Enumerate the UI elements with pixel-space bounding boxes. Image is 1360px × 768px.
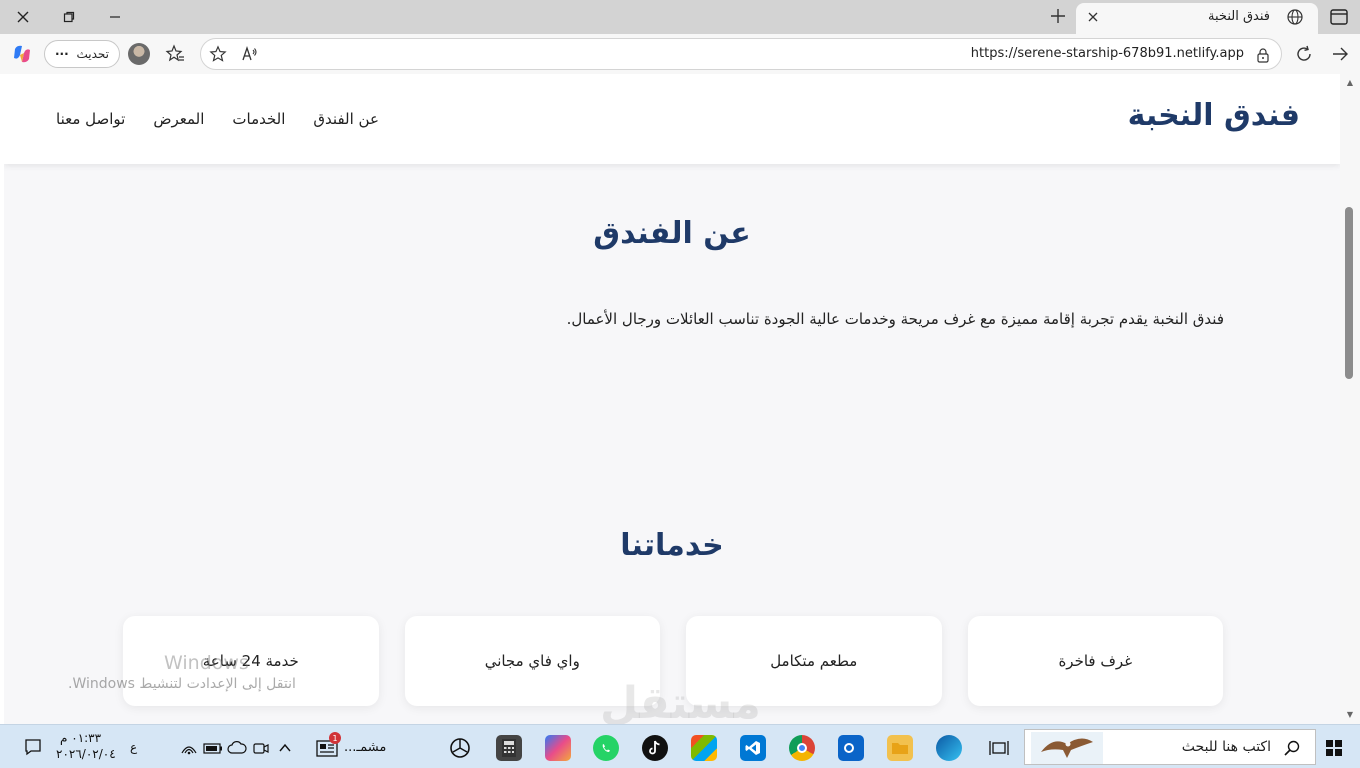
tab-actions-button[interactable] [1328,6,1350,28]
file-explorer-app-icon[interactable] [887,735,913,761]
read-aloud-icon [242,45,257,61]
chatgpt-app-icon[interactable] [447,735,473,761]
tab-close-button[interactable] [1084,8,1102,26]
page-viewport: فندق النخبة عن الفندق الخدمات المعرض توا… [4,74,1340,724]
arrow-right-icon [1333,47,1348,61]
minimize-icon [110,16,120,18]
update-label: تحديث [76,47,109,61]
windows-taskbar: ٠١:٣٣ م ٢٠٢٦/٠٢/٠٤ ع 1 مشمـ... اكتب هنا … [0,724,1360,768]
tab-title: فندق النخبة [1208,9,1270,24]
start-button[interactable] [1326,740,1342,756]
lock-icon[interactable] [1255,47,1271,63]
refresh-icon [1297,45,1311,61]
globe-icon [1287,9,1303,25]
window-minimize-button[interactable] [92,0,138,34]
chat-bubble-icon [25,739,41,756]
input-language[interactable]: ع [130,740,137,754]
add-favorite-button[interactable] [207,43,229,65]
browser-tab[interactable]: فندق النخبة [1076,3,1318,34]
meet-now-icon[interactable] [250,737,272,759]
task-view-icon[interactable] [988,737,1010,759]
windows-activation-text: انتقل إلى الإعدادت لتنشيط Windows. [68,676,296,692]
nav-link-contact[interactable]: تواصل معنا [56,110,125,128]
favorites-star-icon [165,44,184,62]
news-app-icon[interactable]: 1 [316,732,341,759]
tab-actions-icon [1330,9,1348,25]
window-restore-button[interactable] [46,0,92,34]
star-icon [209,45,227,62]
tiktok-app-icon[interactable] [642,735,668,761]
scroll-up-arrow-icon[interactable]: ▲ [1345,78,1355,87]
browser-titlebar: فندق النخبة [0,0,1360,34]
site-brand[interactable]: فندق النخبة [1128,98,1300,133]
whatsapp-app-icon[interactable] [593,735,619,761]
edge-app-icon[interactable] [936,735,962,761]
clock-date[interactable]: ٢٠٢٦/٠٢/٠٤ [56,747,116,761]
notification-badge: 1 [329,732,341,744]
close-icon [1088,12,1098,22]
taskbar-search-input[interactable]: اكتب هنا للبحث [1024,729,1316,765]
search-icon [1284,740,1300,756]
refresh-button[interactable] [1293,43,1315,65]
microsoft365-app-icon[interactable] [545,735,571,761]
search-highlight-bird-icon [1031,732,1103,764]
favorites-button[interactable] [164,43,186,65]
copilot-button[interactable] [11,43,33,65]
nav-link-about[interactable]: عن الفندق [313,110,379,128]
notification-center-button[interactable] [22,736,44,758]
page-scrollbar[interactable]: ▲ ▼ [1340,74,1360,724]
onedrive-cloud-icon[interactable] [226,737,248,759]
profile-avatar[interactable] [128,43,150,65]
mostaql-watermark: مستقل [600,678,761,724]
calculator-app-icon[interactable] [496,735,522,761]
address-bar[interactable]: https://serene-starship-678b91.netlify.a… [200,38,1282,70]
more-menu-label: ··· [55,47,69,61]
browser-toolbar: ··· تحديث https://serene-starship-678b91… [0,34,1360,74]
close-icon [17,11,29,23]
service-card: غرف فاخرة [967,616,1223,706]
restore-icon [63,11,75,23]
scrollbar-thumb[interactable] [1345,207,1353,379]
site-nav: عن الفندق الخدمات المعرض تواصل معنا [56,110,379,128]
chrome-app-icon[interactable] [789,735,815,761]
new-tab-button[interactable] [1046,4,1070,28]
service-card: خدمة 24 ساعة [123,616,379,706]
window-close-button[interactable] [0,0,46,34]
forward-button[interactable] [1329,43,1351,65]
scroll-down-arrow-icon[interactable]: ▼ [1345,710,1355,719]
clock-time[interactable]: ٠١:٣٣ م [60,731,101,745]
outlook-app-icon[interactable] [838,735,864,761]
network-icon[interactable] [178,737,200,759]
nav-link-gallery[interactable]: المعرض [153,110,204,128]
about-title: عن الفندق [593,216,751,251]
windows-activation-title: Windows [164,652,249,674]
plus-icon [1051,9,1065,23]
url-text: https://serene-starship-678b91.netlify.a… [970,46,1244,61]
copilot-icon [14,45,30,63]
search-placeholder: اكتب هنا للبحث [1181,739,1271,755]
battery-icon[interactable] [202,737,224,759]
services-title: خدماتنا [620,528,724,563]
read-aloud-button[interactable] [239,43,261,65]
vscode-app-icon[interactable] [740,735,766,761]
nav-link-services[interactable]: الخدمات [232,110,285,128]
update-button[interactable]: ··· تحديث [44,40,120,68]
site-header: فندق النخبة عن الفندق الخدمات المعرض توا… [4,74,1340,164]
show-hidden-icons-chevron-up-icon[interactable] [274,737,296,759]
running-app-label[interactable]: مشمـ... [344,740,386,755]
microsoft-store-app-icon[interactable] [691,735,717,761]
about-text: فندق النخبة يقدم تجربة إقامة مميزة مع غر… [566,310,1224,328]
